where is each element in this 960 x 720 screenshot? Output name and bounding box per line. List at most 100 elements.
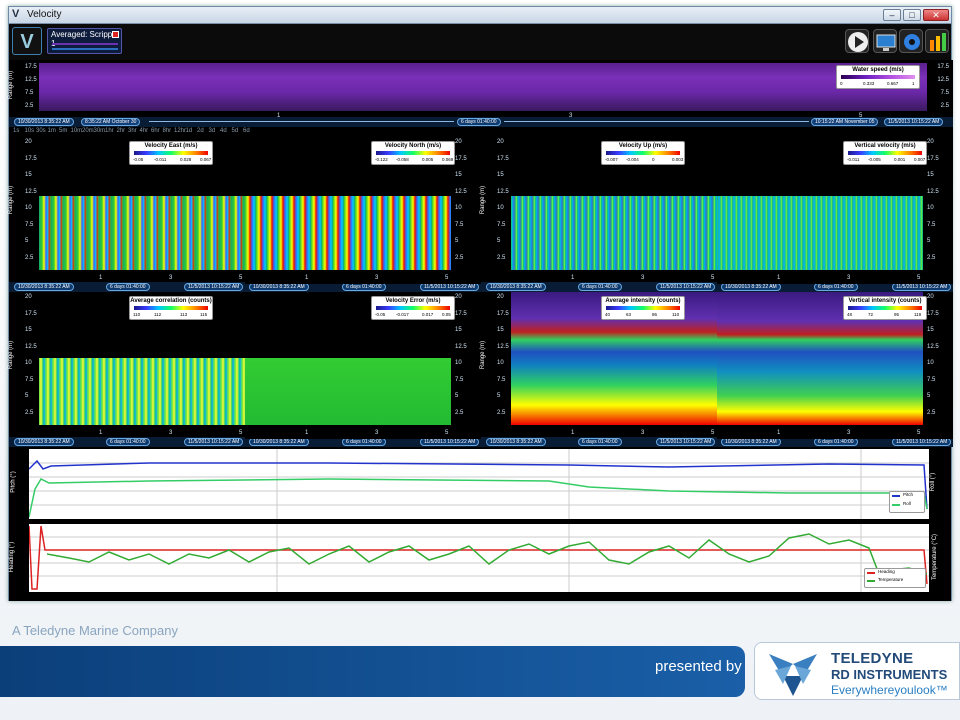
time-pill[interactable]: 6 days 01:40:00 (342, 438, 386, 446)
y-tick: 17.5 (25, 310, 37, 317)
time-pill[interactable]: 10/30/2013 8:35:22 AM (249, 438, 309, 446)
app-content: V Averaged: Scripps 1 Range (m) 17.5 12.… (8, 24, 953, 601)
velocity-logo-button[interactable]: V (12, 27, 42, 55)
zoom-option[interactable]: 5d (232, 128, 239, 134)
zoom-option[interactable]: 1d (186, 128, 193, 134)
close-icon[interactable] (112, 31, 119, 38)
heading-series (28, 525, 928, 590)
zoom-option[interactable]: 12hr (174, 128, 186, 134)
legend-tick: 113 (180, 312, 188, 317)
time-pill[interactable]: 6 days 01:40:00 (578, 283, 622, 291)
zoom-option[interactable]: 4hr (140, 128, 149, 134)
end-time-pill[interactable]: 11/5/2013 10:15:22 AM (884, 118, 944, 126)
zoom-option[interactable]: 20m (82, 128, 94, 134)
time-pill[interactable]: 10/30/2013 8:35:22 AM (14, 438, 74, 446)
legend-title: Velocity East (m/s) (144, 143, 198, 149)
y-tick: 12.5 (497, 343, 509, 350)
x-tick: 1 (571, 275, 575, 281)
gear-icon (904, 34, 920, 50)
time-pill[interactable]: 6 days 01:40:00 (814, 438, 858, 446)
y-tick-right: 12.5 (455, 343, 467, 350)
legend-tick: 0.333 (863, 81, 875, 86)
zoom-option[interactable]: 6d (243, 128, 250, 134)
zoom-option[interactable]: 6hr (151, 128, 160, 134)
minimize-button[interactable]: – (883, 9, 901, 21)
time-pill[interactable]: 11/5/2013 10:15:22 AM (420, 283, 480, 291)
y-tick-right: 10 (927, 205, 934, 211)
time-pill[interactable]: 11/5/2013 10:15:22 AM (892, 283, 952, 291)
zoom-option[interactable]: 30m (94, 128, 106, 134)
time-pill[interactable]: 10/30/2013 8:35:22 AM (249, 283, 309, 291)
duration-pill[interactable]: 6 days 01:40:00 (457, 118, 501, 126)
overview-strip-2 (52, 48, 118, 50)
y-tick: 7.5 (25, 221, 34, 228)
time-pill[interactable]: 10/30/2013 8:35:22 AM (721, 283, 781, 291)
close-button[interactable]: ✕ (923, 9, 949, 21)
y-axis-label: Range (m) (8, 340, 15, 370)
time-pill[interactable]: 6 days 01:40:00 (106, 438, 150, 446)
export-button[interactable] (873, 29, 897, 53)
start-time-pill[interactable]: 10/30/2013 8:35:22 AM (14, 118, 74, 126)
y-tick-right: 12.5 (937, 77, 949, 83)
legend-tick: 40 (605, 312, 611, 317)
time-pill[interactable]: 6 days 01:40:00 (814, 283, 858, 291)
legend-colorbar (848, 151, 922, 155)
zoom-option[interactable]: 3d (209, 128, 216, 134)
zoom-option[interactable]: 2d (197, 128, 204, 134)
zoom-option[interactable]: 4d (220, 128, 227, 134)
time-pill[interactable]: 10/30/2013 8:35:22 AM (486, 438, 546, 446)
legend-tick: -0.122 (375, 157, 388, 162)
time-pill[interactable]: 11/5/2013 10:15:22 AM (656, 438, 716, 446)
y-tick: 20 (25, 294, 32, 300)
y-tick: 10 (25, 360, 32, 366)
legend-colorbar (841, 75, 915, 79)
time-pill[interactable]: 11/5/2013 10:15:22 AM (184, 283, 244, 291)
time-pill[interactable]: 11/5/2013 10:15:22 AM (892, 438, 952, 446)
time-pill[interactable]: 10/30/2013 8:35:22 AM (486, 283, 546, 291)
time-pill[interactable]: 6 days 01:40:00 (578, 438, 622, 446)
cursor-end-pill[interactable]: 10:15:22 AM November 05 (811, 118, 879, 126)
zoom-option[interactable]: 5m (59, 128, 67, 134)
zoom-option[interactable]: 2hr (117, 128, 126, 134)
time-pill[interactable]: 11/5/2013 10:15:22 AM (420, 438, 480, 446)
y-tick-right: 20 (927, 139, 934, 145)
time-pill[interactable]: 10/30/2013 8:35:22 AM (14, 283, 74, 291)
zoom-option[interactable]: 30s (36, 128, 46, 134)
cursor-start-pill[interactable]: 8:35:22 AM October 30 (81, 118, 141, 126)
colorbar-legend: Velocity Up (m/s) -0.007 -0.004 0 0.003 (601, 141, 685, 165)
legend-tick: -0.007 (605, 157, 618, 162)
maximize-button[interactable]: □ (903, 9, 921, 21)
y-tick-right: 5 (927, 238, 931, 244)
play-button[interactable] (845, 29, 869, 53)
y-tick: 20 (497, 139, 504, 145)
time-pill[interactable]: 6 days 01:40:00 (106, 283, 150, 291)
legend-tick: 110 (133, 312, 141, 317)
legend-title: Average correlation (counts) (130, 298, 212, 304)
zoom-option[interactable]: 8hr (163, 128, 172, 134)
zoom-option[interactable]: 1hr (105, 128, 114, 134)
legend-tick: -0.05 (375, 312, 386, 317)
zoom-option[interactable]: 1s (13, 128, 19, 134)
y-tick: 2.5 (25, 103, 34, 109)
x-tick: 1 (777, 275, 781, 281)
time-pill[interactable]: 11/5/2013 10:15:22 AM (656, 283, 716, 291)
y-tick-right: 20 (455, 294, 462, 300)
time-pill[interactable]: 10/30/2013 8:35:22 AM (721, 438, 781, 446)
zoom-option[interactable]: 10s (25, 128, 35, 134)
time-pill[interactable]: 11/5/2013 10:15:22 AM (184, 438, 244, 446)
averaged-dataset-tab[interactable]: Averaged: Scripps 1 (47, 28, 122, 54)
pitch-roll-plot (28, 449, 929, 519)
x-tick: 3 (375, 275, 379, 281)
range-line (149, 121, 454, 122)
charts-button[interactable] (925, 29, 949, 53)
settings-button[interactable] (899, 29, 923, 53)
y-tick: 2.5 (497, 254, 506, 261)
legend-pitch: Pitch (903, 492, 914, 497)
zoom-option[interactable]: 3hr (128, 128, 137, 134)
y-tick-right: 15 (455, 172, 462, 178)
y-tick-right: 7.5 (455, 376, 464, 383)
zoom-option[interactable]: 10m (71, 128, 83, 134)
zoom-option[interactable]: 1m (48, 128, 56, 134)
x-tick: 1 (99, 275, 103, 281)
time-pill[interactable]: 6 days 01:40:00 (342, 283, 386, 291)
